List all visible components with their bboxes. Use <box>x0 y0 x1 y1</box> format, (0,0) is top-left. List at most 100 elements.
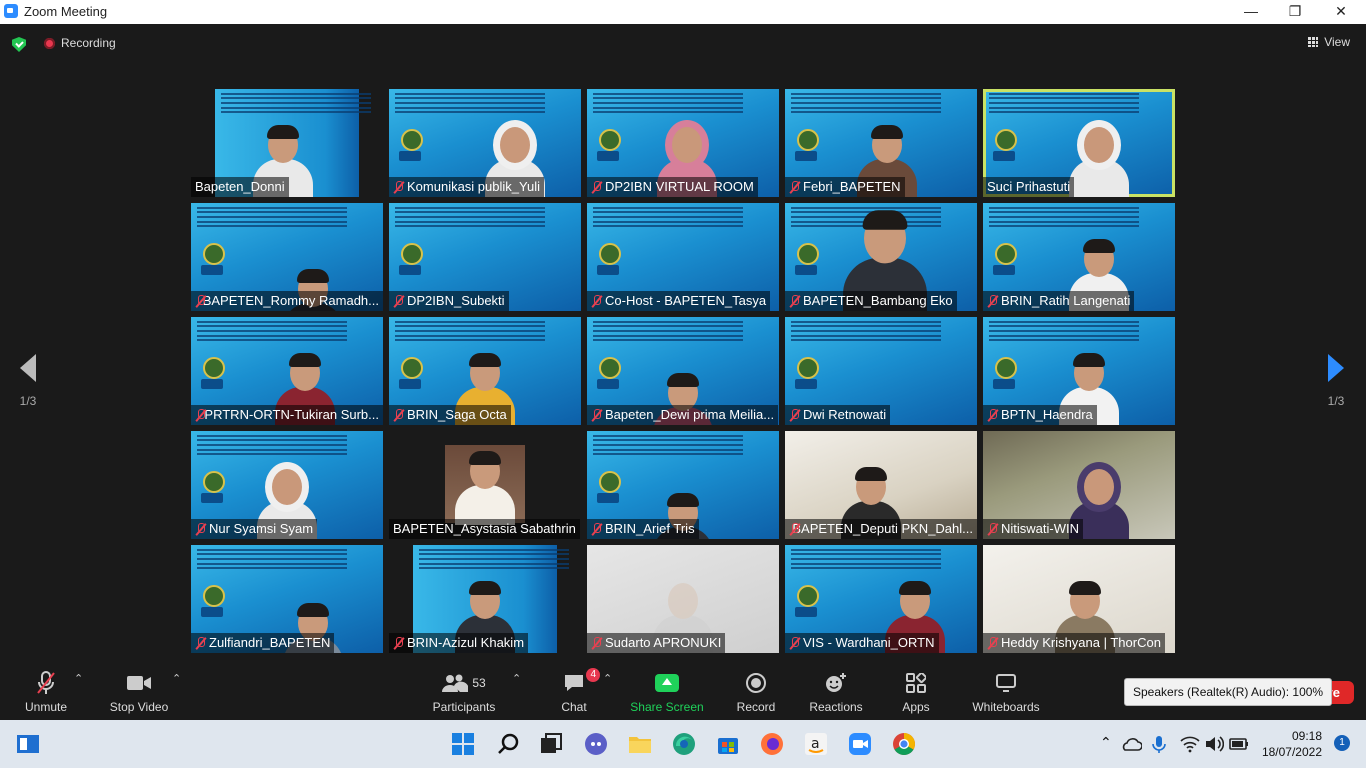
video-tile[interactable]: BAPETEN_Rommy Ramadh... <box>191 203 383 311</box>
amazon-icon[interactable]: a <box>804 732 828 756</box>
video-tile[interactable]: Zulfiandri_BAPETEN <box>191 545 383 653</box>
zoom-taskbar-icon[interactable] <box>848 732 872 756</box>
slide-text <box>593 435 743 437</box>
slide-logo <box>203 357 225 379</box>
slide-logo <box>599 471 621 493</box>
participant-name-label: Zulfiandri_BAPETEN <box>191 633 335 653</box>
video-tile[interactable]: BAPETEN_Asystasia Sabathrin <box>389 431 581 539</box>
arrow-right-icon[interactable] <box>1328 354 1344 382</box>
smiley-plus-icon <box>808 670 864 696</box>
edge-browser-icon[interactable] <box>672 732 696 756</box>
chat-unread-badge: 4 <box>586 668 600 682</box>
stop-video-label: Stop Video <box>109 700 169 714</box>
slide-text <box>989 321 1139 323</box>
chat-options-caret[interactable]: ⌃ <box>603 672 612 685</box>
microsoft-store-icon[interactable] <box>716 732 740 756</box>
participant-name-label: Febri_BAPETEN <box>785 177 905 197</box>
video-tile[interactable]: Komunikasi publik_Yuli <box>389 89 581 197</box>
participant-name-label: Co-Host - BAPETEN_Tasya <box>587 291 771 311</box>
video-tile[interactable]: Co-Host - BAPETEN_Tasya <box>587 203 779 311</box>
task-view-icon[interactable] <box>539 732 563 756</box>
file-explorer-icon[interactable] <box>628 732 652 756</box>
slide-logo <box>797 243 819 265</box>
stop-video-button[interactable]: Stop Video <box>106 670 172 714</box>
participant-name: Bapeten_Dewi prima Meilia... <box>605 407 775 422</box>
muted-mic-icon <box>591 522 602 536</box>
onedrive-cloud-icon[interactable] <box>1120 732 1143 756</box>
whiteboards-label: Whiteboards <box>972 700 1040 714</box>
next-page-nav[interactable]: 1/3 <box>1316 354 1356 408</box>
video-tile[interactable]: Sudarto APRONUKI <box>587 545 779 653</box>
video-tile[interactable]: BRIN_Ratih Langenati <box>983 203 1175 311</box>
video-tile[interactable]: BAPETEN_Deputi PKN_Dahl... <box>785 431 977 539</box>
video-tile[interactable]: Heddy Krishyana | ThorCon <box>983 545 1175 653</box>
slide-text <box>419 549 569 551</box>
slide-text <box>197 549 347 551</box>
view-label: View <box>1324 35 1350 49</box>
record-dot-icon <box>44 37 55 49</box>
view-button[interactable]: View <box>1308 35 1350 49</box>
video-tile[interactable]: Dwi Retnowati <box>785 317 977 425</box>
start-windows-icon[interactable] <box>451 732 475 756</box>
reactions-label: Reactions <box>809 700 863 714</box>
slide-badge <box>399 379 421 389</box>
notification-badge[interactable]: 1 <box>1334 735 1350 751</box>
maximize-button[interactable]: ❐ <box>1272 0 1318 24</box>
video-tile[interactable]: DP2IBN VIRTUAL ROOM <box>587 89 779 197</box>
battery-charging-icon[interactable] <box>1228 732 1250 756</box>
participants-options-caret[interactable]: ⌃ <box>512 672 521 685</box>
search-icon[interactable] <box>496 732 520 756</box>
wifi-icon[interactable] <box>1180 732 1200 756</box>
unmute-button[interactable]: Unmute <box>20 670 72 714</box>
video-tile[interactable]: DP2IBN_Subekti <box>389 203 581 311</box>
video-tile[interactable]: BPTN_Haendra <box>983 317 1175 425</box>
video-tile[interactable]: BRIN_Arief Tris <box>587 431 779 539</box>
participant-name-label: BAPETEN_Bambang Eko <box>785 291 957 311</box>
video-tile[interactable]: Bapeten_Donni <box>191 89 383 197</box>
muted-mic-icon <box>195 636 206 650</box>
video-tile[interactable]: Nitiswati-WIN <box>983 431 1175 539</box>
chrome-icon[interactable] <box>892 732 916 756</box>
recording-indicator[interactable]: Recording <box>44 36 116 50</box>
video-tile[interactable]: VIS - Wardhani_ORTN <box>785 545 977 653</box>
show-desktop-icon[interactable] <box>16 732 40 756</box>
participants-button[interactable]: 53 Participants <box>430 670 498 714</box>
video-tile[interactable]: Bapeten_Dewi prima Meilia... <box>587 317 779 425</box>
previous-page-nav[interactable]: 1/3 <box>8 354 48 408</box>
video-tile[interactable]: BAPETEN_Bambang Eko <box>785 203 977 311</box>
slide-logo <box>401 243 423 265</box>
whiteboards-button[interactable]: Whiteboards <box>968 670 1044 714</box>
video-tile[interactable]: Febri_BAPETEN <box>785 89 977 197</box>
firefox-icon[interactable] <box>760 732 784 756</box>
system-clock[interactable]: 09:18 18/07/2022 <box>1262 728 1322 760</box>
participant-name-label: DP2IBN_Subekti <box>389 291 509 311</box>
video-tile-active-speaker[interactable]: Suci Prihastuti <box>983 89 1175 197</box>
close-button[interactable]: ✕ <box>1318 0 1364 24</box>
participant-name: Co-Host - BAPETEN_Tasya <box>605 293 767 308</box>
share-screen-label: Share Screen <box>630 700 704 714</box>
record-label: Record <box>736 700 776 714</box>
slide-badge <box>597 265 619 275</box>
video-tile[interactable]: BRIN-Azizul Khakim <box>389 545 581 653</box>
arrow-left-icon[interactable] <box>20 354 36 382</box>
slide-badge <box>597 379 619 389</box>
slide-text <box>221 93 371 95</box>
participant-name-label: BRIN_Ratih Langenati <box>983 291 1135 311</box>
video-tile[interactable]: Nur Syamsi Syam <box>191 431 383 539</box>
microphone-tray-icon[interactable] <box>1150 732 1168 756</box>
share-screen-button[interactable]: Share Screen <box>630 670 704 714</box>
chat-button[interactable]: 4 Chat <box>554 668 600 714</box>
video-tile[interactable]: PRTRN-ORTN-Tukiran Surb... <box>191 317 383 425</box>
teams-chat-icon[interactable] <box>584 732 608 756</box>
apps-button[interactable]: Apps <box>896 670 936 714</box>
show-hidden-icons-chevron[interactable]: ⌃ <box>1100 734 1112 751</box>
gallery-grid: Bapeten_Donni Komunikasi publik_Yuli DP2… <box>191 89 1177 655</box>
encryption-shield-icon[interactable] <box>12 37 26 52</box>
record-button[interactable]: Record <box>734 670 778 714</box>
video-options-caret[interactable]: ⌃ <box>172 672 181 685</box>
video-tile[interactable]: BRIN_Saga Octa <box>389 317 581 425</box>
reactions-button[interactable]: Reactions <box>808 670 864 714</box>
minimize-button[interactable]: — <box>1228 0 1274 24</box>
audio-options-caret[interactable]: ⌃ <box>74 672 83 685</box>
volume-icon[interactable] <box>1204 732 1225 756</box>
